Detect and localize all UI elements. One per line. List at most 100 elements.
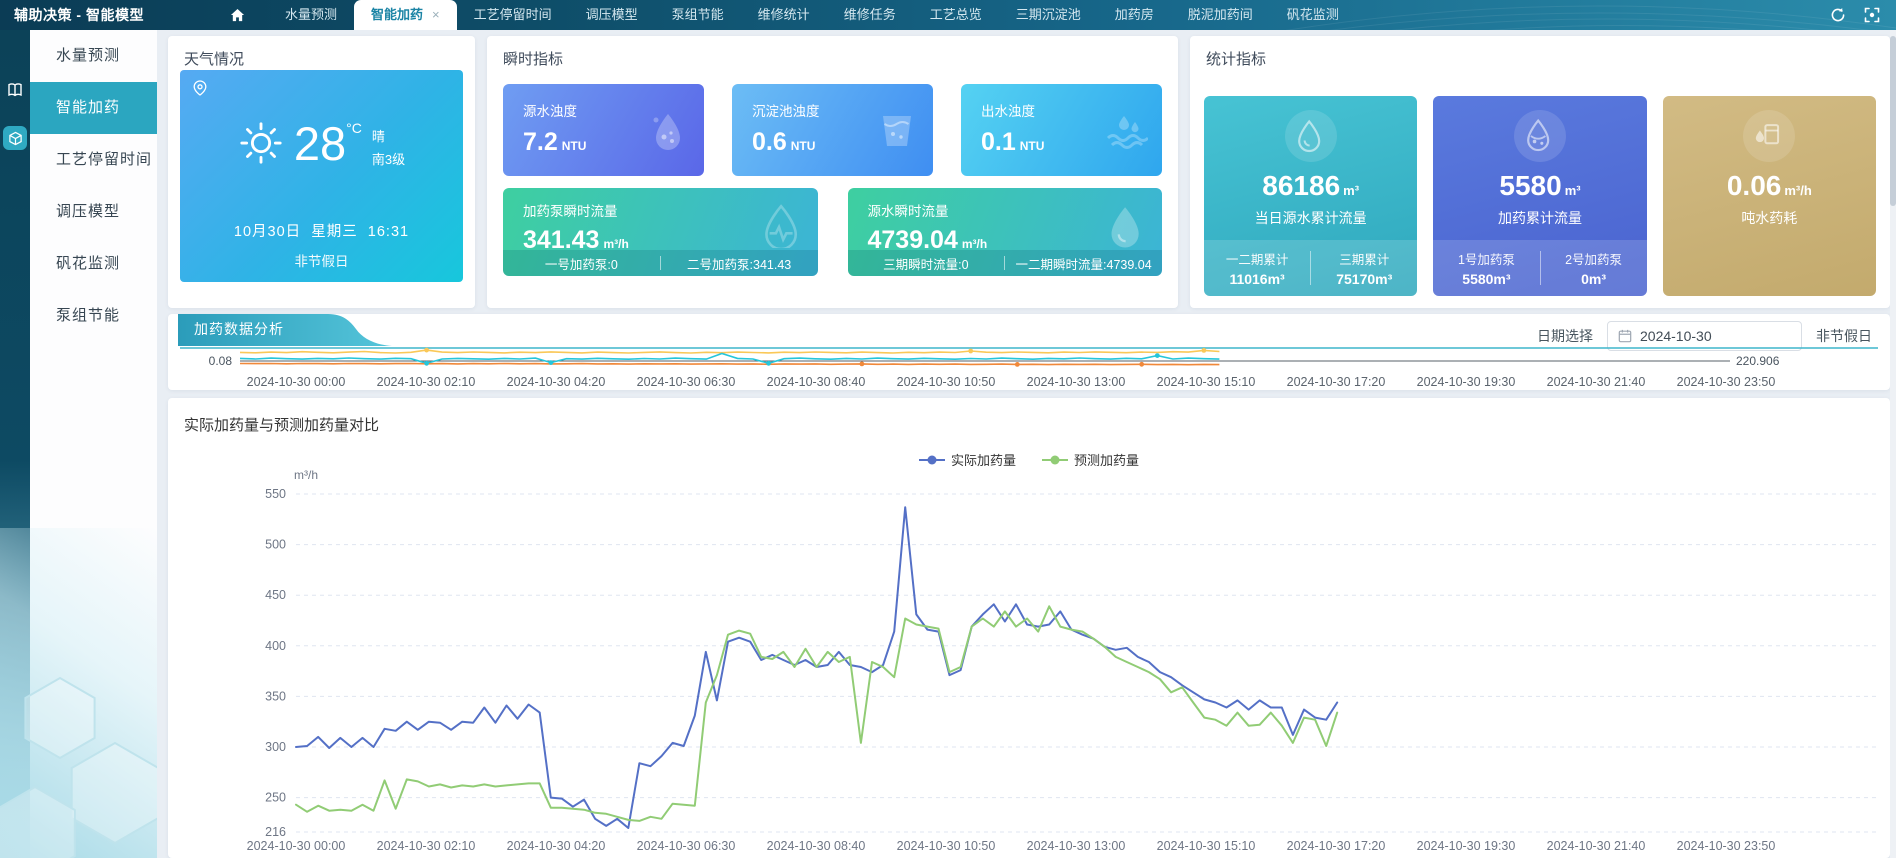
tab-工艺总览[interactable]: 工艺总览 [913, 0, 999, 30]
weather-condition-wind: 晴 南3级 [372, 118, 405, 168]
spark-x-tick-label: 2024-10-30 15:10 [1157, 375, 1256, 389]
tab-label: 维修统计 [758, 7, 810, 22]
pulse-drop-icon [756, 202, 802, 248]
ripple-icon [1104, 108, 1148, 152]
tab-bar: 水量预测 智能加药 × 工艺停留时间 调压模型 泵组节能 维修统计 维修任务 工艺总览 三期沉淀池… [268, 0, 1356, 30]
tab-label: 调压模型 [586, 7, 638, 22]
stat-sub-1号加药泵: 1号加药泵5580m³ [1433, 249, 1539, 287]
value-unit: m³ [1343, 183, 1359, 198]
tab-label: 脱泥加药间 [1188, 7, 1253, 22]
spark-orange-line [240, 364, 1219, 365]
stat-card-value: 0.06m³/h [1663, 170, 1876, 202]
sidebar-item-矾花监测[interactable]: 矾花监测 [30, 238, 157, 290]
dosing-drop-icon [1520, 116, 1560, 156]
y-tick-label: 300 [265, 740, 286, 754]
spark-y-max-label: 220.906 [1736, 354, 1780, 368]
y-tick-label: 500 [265, 538, 286, 552]
tab-维修任务[interactable]: 维修任务 [827, 0, 913, 30]
stat-card-footer: 一二期累计11016m³三期累计75170m³ [1204, 240, 1417, 296]
spark-x-tick-label: 2024-10-30 19:30 [1417, 375, 1516, 389]
stat-card-当日源水累计流量: 86186m³当日源水累计流量一二期累计11016m³三期累计75170m³ [1204, 96, 1417, 296]
tab-工艺停留时间[interactable]: 工艺停留时间 [457, 0, 569, 30]
instant-indicators-panel: 瞬时指标 源水浊度7.2NTU沉淀池浊度0.6NTU出水浊度0.1NTU 加药泵… [487, 36, 1178, 308]
chart-legend: 实际加药量 预测加药量 [168, 450, 1890, 469]
tab-水量预测[interactable]: 水量预测 [268, 0, 354, 30]
sidebar-item-水量预测[interactable]: 水量预测 [30, 30, 157, 82]
ribbon-title: 加药数据分析 [194, 314, 284, 345]
value-number: 0.06 [1727, 170, 1782, 201]
value-number: 7.2 [523, 128, 558, 156]
sidebar-item-label: 泵组节能 [56, 307, 120, 324]
value-unit: NTU [1020, 139, 1045, 153]
ton-water-icon [1749, 116, 1789, 156]
topbar: 辅助决策 - 智能模型 水量预测智能加药×工艺停留时间调压模型泵组节能维修统计维… [0, 0, 1896, 30]
tab-label: 工艺总览 [930, 7, 982, 22]
fullscreen-icon[interactable] [1864, 7, 1880, 23]
x-tick-label: 2024-10-30 21:40 [1547, 839, 1646, 853]
stat-card-icon-wrap [1285, 110, 1337, 162]
scrollbar-thumb[interactable] [1890, 36, 1896, 206]
legend-item-actual[interactable]: 实际加药量 [919, 450, 1016, 469]
flow-card-footer: 三期瞬时流量:0一二期瞬时流量:4739.04 [848, 250, 1163, 276]
temperature: 28°C [294, 120, 362, 167]
water-drop-icon [1100, 202, 1146, 248]
tab-加药房[interactable]: 加药房 [1098, 0, 1171, 30]
value-unit: m³ [1565, 183, 1581, 198]
legend-marker-actual [919, 455, 945, 465]
tab-维修统计[interactable]: 维修统计 [741, 0, 827, 30]
x-tick-label: 2024-10-30 17:20 [1287, 839, 1386, 853]
sidebar-item-label: 调压模型 [56, 203, 120, 220]
weather-panel-title: 天气情况 [184, 48, 244, 69]
sidebar-decoration [0, 528, 157, 858]
instant-panel-title: 瞬时指标 [503, 48, 563, 69]
value-number: 86186 [1262, 170, 1340, 201]
weather-main: 28°C 晴 南3级 [180, 118, 463, 168]
flow-sub-right: 一二期瞬时流量:4739.04 [1005, 254, 1162, 273]
x-tick-label: 2024-10-30 08:40 [767, 839, 866, 853]
sidebar-item-label: 智能加药 [56, 99, 120, 116]
tab-label: 智能加药 [371, 7, 423, 22]
value-unit: m³/h [603, 237, 628, 251]
smart-model-rail-button[interactable] [3, 126, 27, 150]
tab-调压模型[interactable]: 调压模型 [569, 0, 655, 30]
weather-condition: 晴 [372, 126, 405, 145]
stat-sub-key: 一二期累计 [1204, 249, 1310, 268]
comparison-chart-title: 实际加药量与预测加药量对比 [184, 414, 379, 435]
card-icon-wrap [756, 202, 802, 253]
statistics-panel: 统计指标 86186m³当日源水累计流量一二期累计11016m³三期累计7517… [1190, 36, 1890, 308]
stat-sub-key: 三期累计 [1311, 249, 1417, 268]
tab-close-icon[interactable]: × [432, 7, 440, 22]
spark-y-min-label: 0.08 [209, 354, 233, 368]
stat-card-label: 加药累计流量 [1433, 208, 1646, 228]
home-button[interactable] [222, 0, 252, 30]
refresh-icon[interactable] [1830, 7, 1846, 23]
flow-card-加药泵瞬时流量: 加药泵瞬时流量341.43m³/h一号加药泵:0二号加药泵:341.43 [503, 188, 818, 276]
spark-x-tick-label: 2024-10-30 21:40 [1547, 375, 1646, 389]
tab-脱泥加药间[interactable]: 脱泥加药间 [1171, 0, 1270, 30]
sidebar-item-智能加药[interactable]: 智能加药 [30, 82, 157, 134]
sidebar-item-调压模型[interactable]: 调压模型 [30, 186, 157, 238]
x-tick-label: 2024-10-30 13:00 [1027, 839, 1126, 853]
value-unit: m³/h [1784, 183, 1811, 198]
y-tick-label: 550 [265, 487, 286, 501]
legend-item-predicted[interactable]: 预测加药量 [1042, 450, 1139, 469]
value-unit: m³/h [962, 237, 987, 251]
stat-sub-一二期累计: 一二期累计11016m³ [1204, 249, 1310, 287]
stat-sub-value: 5580m³ [1433, 271, 1539, 287]
book-icon[interactable] [7, 82, 23, 98]
spark-yellow-line [240, 350, 1219, 353]
tab-三期沉淀池[interactable]: 三期沉淀池 [999, 0, 1098, 30]
calendar-icon [1618, 329, 1632, 343]
tab-智能加药[interactable]: 智能加药 × [354, 0, 457, 30]
weather-wind: 南3级 [372, 149, 405, 168]
stat-sub-value: 0m³ [1541, 271, 1647, 287]
stat-sub-key: 2号加药泵 [1541, 249, 1647, 268]
tab-矾花监测[interactable]: 矾花监测 [1270, 0, 1356, 30]
dosing-analysis-ribbon: 加药数据分析 [178, 314, 408, 346]
weather-panel: 天气情况 28°C 晴 南3级 10月30日 星期三 16 [168, 36, 475, 308]
tab-泵组节能[interactable]: 泵组节能 [655, 0, 741, 30]
instant-card-出水浊度: 出水浊度0.1NTU [961, 84, 1162, 176]
sidebar-item-泵组节能[interactable]: 泵组节能 [30, 290, 157, 342]
location-pin-icon [192, 80, 208, 96]
sidebar-item-工艺停留时间[interactable]: 工艺停留时间 [30, 134, 157, 186]
